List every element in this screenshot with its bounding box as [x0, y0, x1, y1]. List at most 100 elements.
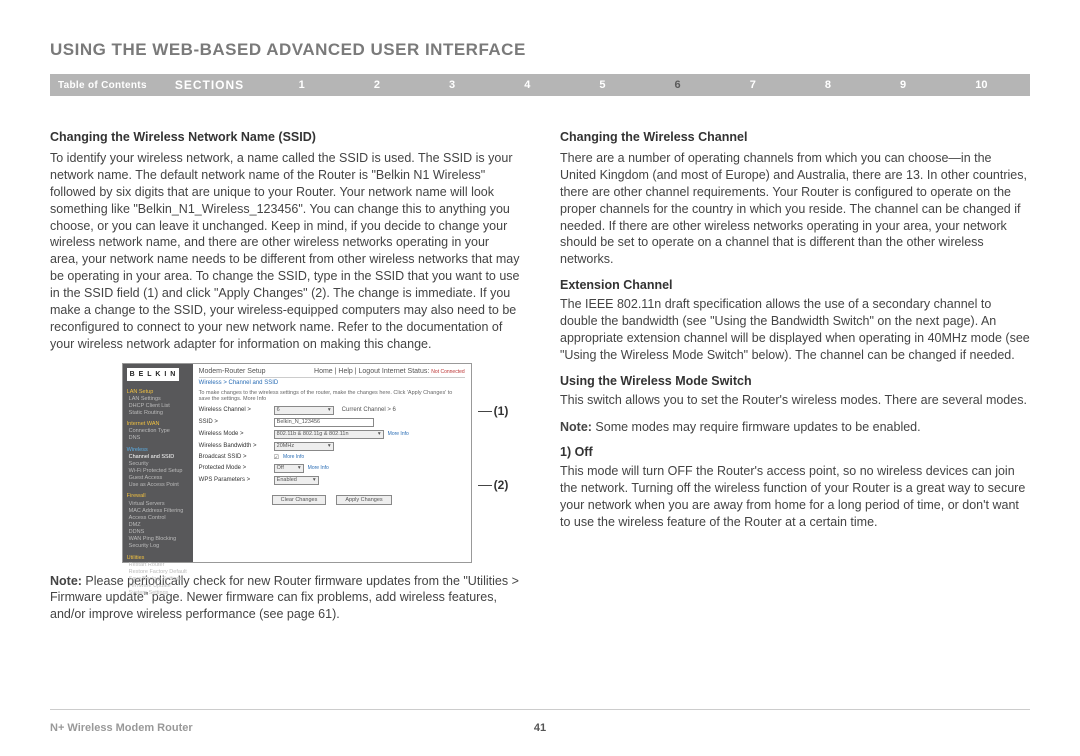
row-mode: Wireless Mode > 802.11b & 802.11g & 802.…	[199, 430, 465, 439]
row-wps: WPS Parameters > Enabled▾	[199, 476, 465, 485]
note-label: Note:	[50, 574, 82, 588]
item-fw: Firmware Update	[129, 583, 189, 590]
item-guest: Guest Access	[129, 475, 189, 482]
left-column: Changing the Wireless Network Name (SSID…	[50, 126, 520, 633]
sel-wps: Enabled▾	[274, 476, 319, 485]
section-link-6[interactable]: 6	[675, 79, 681, 91]
row-channel: Wireless Channel > 6▾ Current Channel > …	[199, 406, 465, 415]
text-channel: There are a number of operating channels…	[560, 150, 1030, 268]
text-mode-switch: This switch allows you to set the Router…	[560, 392, 1030, 409]
heading-off: 1) Off	[560, 445, 1030, 459]
heading-mode-switch: Using the Wireless Mode Switch	[560, 374, 1030, 388]
sel-mode: 802.11b & 802.11g & 802.11n▾	[274, 430, 384, 439]
sections-label: SECTIONS	[175, 78, 244, 92]
heading-ssid: Changing the Wireless Network Name (SSID…	[50, 130, 520, 144]
item-channel-ssid: Channel and SSID	[129, 454, 189, 461]
item-restore: Restore Factory Default	[129, 569, 189, 576]
item-dns: DNS	[129, 435, 189, 442]
item-ac: Access Control	[129, 515, 189, 522]
lbl-protected: Protected Mode >	[199, 465, 274, 471]
note-firmware: Note: Please periodically check for new …	[50, 573, 520, 624]
section-link-5[interactable]: 5	[599, 79, 605, 91]
section-link-1[interactable]: 1	[299, 79, 305, 91]
cat-wan: Internet WAN	[127, 421, 189, 428]
row-ssid: SSID > Belkin_N_123456	[199, 418, 465, 427]
section-link-10[interactable]: 10	[975, 79, 987, 91]
ss-breadcrumb: Wireless > Channel and SSID	[199, 380, 465, 386]
item-ap: Use as Access Point	[129, 482, 189, 489]
item-seclog: Security Log	[129, 543, 189, 550]
callout-1: (1)	[478, 404, 509, 418]
cat-lan: LAN Setup	[127, 389, 189, 396]
right-column: Changing the Wireless Channel There are …	[560, 126, 1030, 633]
cat-wireless: Wireless	[127, 447, 189, 454]
footer: N+ Wireless Modem Router 41	[50, 722, 1030, 734]
footer-rule	[50, 709, 1030, 710]
ss-desc: To make changes to the wireless settings…	[199, 390, 465, 402]
section-link-3[interactable]: 3	[449, 79, 455, 91]
lbl-bw: Wireless Bandwidth >	[199, 443, 274, 449]
belkin-logo: B E L K I N	[127, 368, 180, 381]
item-sys: System Settings	[129, 590, 189, 597]
info-broadcast: More Info	[283, 454, 304, 460]
section-link-7[interactable]: 7	[750, 79, 756, 91]
item-backup: Save/Backup Settings	[129, 576, 189, 583]
sel-protected: Off▾	[274, 464, 304, 473]
text-ext: The IEEE 802.11n draft specification all…	[560, 296, 1030, 364]
section-link-9[interactable]: 9	[900, 79, 906, 91]
page-number: 41	[534, 722, 546, 734]
note-modes: Note: Some modes may require firmware up…	[560, 419, 1030, 436]
item-conn: Connection Type	[129, 428, 189, 435]
note-label-modes: Note:	[560, 420, 592, 434]
section-link-2[interactable]: 2	[374, 79, 380, 91]
footer-product: N+ Wireless Modem Router	[50, 722, 193, 734]
callout-labels: (1) (2)	[478, 374, 509, 552]
item-lan-settings: LAN Settings	[129, 396, 189, 403]
row-protected: Protected Mode > Off▾ More Info	[199, 464, 465, 473]
ss-title-text: Modem-Router Setup	[199, 368, 266, 375]
item-ping: WAN Ping Blocking	[129, 536, 189, 543]
cur-channel: Current Channel > 6	[342, 407, 396, 413]
page-title: USING THE WEB-BASED ADVANCED USER INTERF…	[50, 40, 1030, 60]
fld-ssid: Belkin_N_123456	[274, 418, 374, 427]
lbl-broadcast: Broadcast SSID >	[199, 454, 274, 460]
cat-firewall: Firewall	[127, 493, 189, 500]
item-mac: MAC Address Filtering	[129, 508, 189, 515]
item-restart: Restart Router	[129, 562, 189, 569]
lbl-channel: Wireless Channel >	[199, 407, 274, 413]
lbl-ssid: SSID >	[199, 419, 274, 425]
screenshot-sidebar: B E L K I N LAN Setup LAN Settings DHCP …	[123, 364, 193, 562]
info-mode: More Info	[388, 431, 409, 437]
section-numbers: 1 2 3 4 5 6 7 8 9 10	[264, 79, 1022, 91]
router-screenshot-wrap: B E L K I N LAN Setup LAN Settings DHCP …	[110, 363, 520, 563]
sel-bw: 20MHz▾	[274, 442, 334, 451]
router-screenshot: B E L K I N LAN Setup LAN Settings DHCP …	[122, 363, 472, 563]
lbl-mode: Wireless Mode >	[199, 431, 274, 437]
info-protected: More Info	[308, 465, 329, 471]
cat-util: Utilities	[127, 555, 189, 562]
section-navbar: Table of Contents SECTIONS 1 2 3 4 5 6 7…	[50, 74, 1030, 96]
text-ssid: To identify your wireless network, a nam…	[50, 150, 520, 353]
item-vs: Virtual Servers	[129, 501, 189, 508]
section-link-4[interactable]: 4	[524, 79, 530, 91]
row-bw: Wireless Bandwidth > 20MHz▾	[199, 442, 465, 451]
heading-channel: Changing the Wireless Channel	[560, 130, 1030, 144]
row-broadcast: Broadcast SSID > ☑ More Info	[199, 454, 465, 461]
item-dmz: DMZ	[129, 522, 189, 529]
item-wps: Wi-Fi Protected Setup	[129, 468, 189, 475]
heading-ext: Extension Channel	[560, 278, 1030, 292]
chk-broadcast: ☑	[274, 454, 279, 461]
sel-channel: 6▾	[274, 406, 334, 415]
section-link-8[interactable]: 8	[825, 79, 831, 91]
item-security: Security	[129, 461, 189, 468]
toc-link[interactable]: Table of Contents	[58, 80, 147, 91]
lbl-wps: WPS Parameters >	[199, 477, 274, 483]
text-off: This mode will turn OFF the Router's acc…	[560, 463, 1030, 531]
ss-top-links: Home | Help | Logout Internet Status: No…	[314, 368, 465, 375]
screenshot-main: Modem-Router Setup Home | Help | Logout …	[193, 364, 471, 562]
callout-2: (2)	[478, 478, 509, 492]
item-ddns: DDNS	[129, 529, 189, 536]
item-dhcp: DHCP Client List	[129, 403, 189, 410]
btn-apply: Apply Changes	[336, 495, 391, 505]
btn-clear: Clear Changes	[272, 495, 327, 505]
